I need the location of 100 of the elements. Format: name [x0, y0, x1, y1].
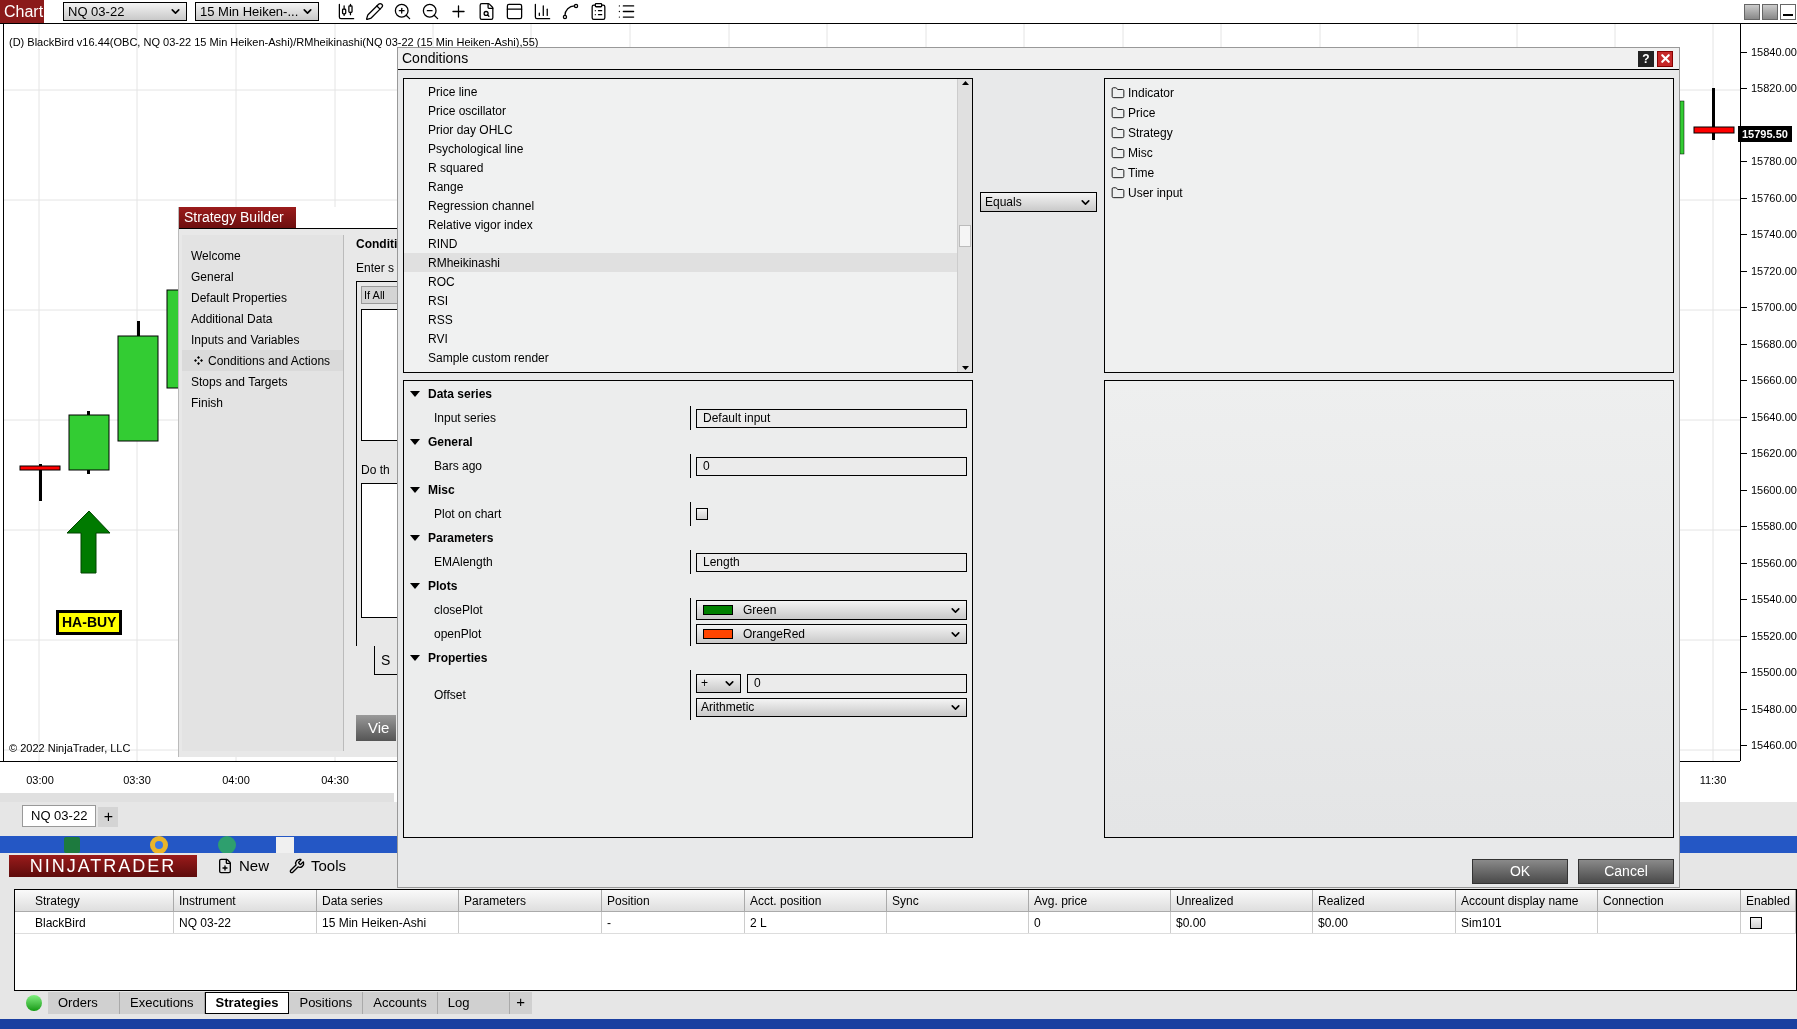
property-group[interactable]: General — [404, 430, 972, 454]
chart-scrollbar[interactable] — [0, 793, 394, 802]
column-header[interactable]: Connection — [1598, 890, 1741, 911]
pencil-icon[interactable] — [365, 2, 384, 21]
list-item[interactable]: Psychological line — [404, 139, 957, 158]
input-field[interactable]: 0 — [747, 673, 967, 693]
tab[interactable]: Accounts — [363, 991, 438, 1014]
document-app-icon[interactable] — [276, 836, 294, 853]
collapse-icon[interactable] — [410, 581, 420, 591]
list-item[interactable]: RSI — [404, 291, 957, 310]
view-button[interactable]: Vie — [356, 715, 396, 741]
list-item[interactable]: Sample custom render — [404, 348, 957, 367]
add-tab-button[interactable]: + — [509, 991, 532, 1014]
nav-item[interactable]: General — [182, 266, 343, 287]
chart-tab[interactable]: NQ 03-22 — [22, 805, 97, 827]
input-field[interactable]: Length — [696, 552, 967, 572]
collapse-icon[interactable] — [410, 437, 420, 447]
input-field[interactable]: Default input — [696, 408, 967, 428]
mode-dropdown[interactable]: Arithmetic — [696, 697, 967, 717]
bar-type-dropdown[interactable]: 15 Min Heiken-... — [195, 2, 319, 21]
list-item[interactable]: ROC — [404, 272, 957, 291]
column-header[interactable]: Acct. position — [745, 890, 887, 911]
nav-item[interactable]: Welcome — [182, 245, 343, 266]
operator-dropdown[interactable]: + — [696, 673, 741, 693]
nav-item[interactable]: Stops and Targets — [182, 371, 343, 392]
maximize-button[interactable] — [1762, 3, 1778, 20]
list-item[interactable]: Relative vigor index — [404, 215, 957, 234]
column-header[interactable]: Instrument — [174, 890, 317, 911]
tab[interactable]: Positions — [289, 991, 364, 1014]
column-header[interactable]: Data series — [317, 890, 459, 911]
collapse-icon[interactable] — [410, 653, 420, 663]
scroll-up-icon[interactable] — [961, 81, 969, 85]
color-dropdown[interactable]: OrangeRed — [696, 624, 967, 644]
column-header[interactable]: Sync — [887, 890, 1029, 911]
column-header[interactable]: Realized — [1313, 890, 1456, 911]
column-header[interactable]: Avg. price — [1029, 890, 1171, 911]
tab[interactable]: Executions — [120, 991, 205, 1014]
restore-button[interactable] — [1744, 3, 1760, 20]
list-icon[interactable] — [617, 2, 636, 21]
nav-item[interactable]: Inputs and Variables — [182, 329, 343, 350]
if-all-button[interactable]: If All — [361, 286, 397, 304]
nav-item[interactable]: Additional Data — [182, 308, 343, 329]
nav-item[interactable]: Default Properties — [182, 287, 343, 308]
folder-item[interactable]: Misc — [1111, 143, 1673, 163]
property-group[interactable]: Misc — [404, 478, 972, 502]
column-header[interactable]: Position — [602, 890, 745, 911]
tab[interactable]: Orders — [48, 991, 120, 1014]
clipboard-icon[interactable] — [589, 2, 608, 21]
menu-item[interactable]: Tools — [289, 854, 347, 878]
collapse-icon[interactable] — [410, 389, 420, 399]
zoom-out-icon[interactable] — [421, 2, 440, 21]
list-item[interactable]: RMheikinashi — [404, 253, 957, 272]
list-item[interactable]: Price line — [404, 82, 957, 101]
list-item[interactable]: Regression channel — [404, 196, 957, 215]
column-header[interactable]: Enabled — [1741, 890, 1796, 911]
candlestick-icon[interactable] — [337, 2, 356, 21]
list-item[interactable]: Prior day OHLC — [404, 120, 957, 139]
tab[interactable]: Log — [437, 991, 510, 1014]
document-search-icon[interactable] — [477, 2, 496, 21]
bar-chart-icon[interactable] — [533, 2, 552, 21]
scrollbar[interactable] — [957, 79, 972, 372]
crosshair-icon[interactable] — [449, 2, 468, 21]
list-item[interactable]: RVI — [404, 329, 957, 348]
browser-app-icon[interactable] — [150, 836, 168, 853]
property-group[interactable]: Parameters — [404, 526, 972, 550]
zoom-in-icon[interactable] — [393, 2, 412, 21]
scroll-thumb[interactable] — [959, 225, 971, 247]
list-item[interactable]: Price oscillator — [404, 101, 957, 120]
help-button[interactable]: ? — [1638, 50, 1654, 67]
instrument-dropdown[interactable]: NQ 03-22 — [63, 2, 187, 21]
folder-item[interactable]: Price — [1111, 103, 1673, 123]
operator-dropdown[interactable]: Equals — [980, 192, 1097, 212]
add-tab-button[interactable]: + — [98, 807, 119, 827]
menu-item[interactable]: New — [217, 854, 269, 878]
property-group[interactable]: Properties — [404, 646, 972, 670]
minimize-button[interactable] — [1780, 3, 1796, 20]
column-header[interactable]: Parameters — [459, 890, 602, 911]
panel-icon[interactable] — [505, 2, 524, 21]
list-item[interactable]: Range — [404, 177, 957, 196]
checkbox[interactable] — [696, 508, 708, 520]
line-chart-icon[interactable] — [561, 2, 580, 21]
folder-item[interactable]: Indicator — [1111, 83, 1673, 103]
list-item[interactable]: R squared — [404, 158, 957, 177]
column-header[interactable]: Account display name — [1456, 890, 1598, 911]
list-item[interactable]: RSS — [404, 310, 957, 329]
input-field[interactable]: 0 — [696, 456, 967, 476]
column-header[interactable]: Strategy — [15, 890, 174, 911]
list-item[interactable]: RIND — [404, 234, 957, 253]
close-button[interactable] — [1657, 50, 1673, 67]
color-dropdown[interactable]: Green — [696, 600, 967, 620]
collapse-icon[interactable] — [410, 485, 420, 495]
ok-button[interactable]: OK — [1472, 859, 1568, 884]
folder-item[interactable]: Time — [1111, 163, 1673, 183]
folder-item[interactable]: Strategy — [1111, 123, 1673, 143]
property-group[interactable]: Plots — [404, 574, 972, 598]
scroll-down-icon[interactable] — [961, 366, 969, 370]
folder-item[interactable]: User input — [1111, 183, 1673, 203]
checkbox[interactable] — [1750, 916, 1762, 929]
property-group[interactable]: Data series — [404, 382, 972, 406]
cancel-button[interactable]: Cancel — [1578, 859, 1674, 884]
